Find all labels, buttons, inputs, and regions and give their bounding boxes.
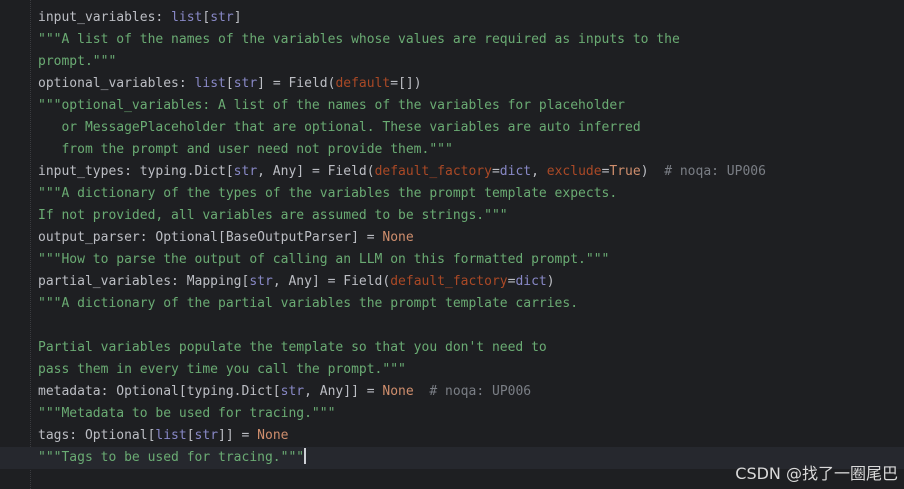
code-token: exclude xyxy=(546,164,602,179)
code-token: True xyxy=(609,164,641,179)
code-token: , Any]] = xyxy=(304,384,383,399)
code-token: None xyxy=(257,428,289,443)
code-token: , Any] = Field( xyxy=(257,164,375,179)
code-token: ) xyxy=(546,274,555,289)
code-token: metadata: Optional[typing.Dict[ xyxy=(38,384,281,399)
code-line[interactable]: partial_variables: Mapping[str, Any] = F… xyxy=(38,271,904,293)
code-token: None xyxy=(382,230,414,245)
code-token: If not provided, all variables are assum… xyxy=(38,208,508,223)
code-token: pass them in every time you call the pro… xyxy=(38,362,406,377)
code-token: [ xyxy=(186,428,195,443)
code-token: input_variables: xyxy=(38,10,172,25)
code-line[interactable]: Partial variables populate the template … xyxy=(38,337,904,359)
code-token: , xyxy=(531,164,547,179)
code-line[interactable]: input_variables: list[str] xyxy=(38,7,904,29)
code-line[interactable]: optional_variables: list[str] = Field(de… xyxy=(38,73,904,95)
code-line[interactable]: or MessagePlaceholder that are optional.… xyxy=(38,117,904,139)
code-token: # noqa: UP006 xyxy=(429,384,532,399)
csdn-watermark: CSDN @找了一圈尾巴 xyxy=(735,464,898,483)
code-token: # noqa: UP006 xyxy=(664,164,766,179)
code-token: or MessagePlaceholder that are optional.… xyxy=(38,120,641,135)
code-token: tags: Optional[ xyxy=(38,428,156,443)
code-token: default_factory xyxy=(374,164,492,179)
code-token: str xyxy=(280,384,305,399)
code-token: """A dictionary of the partial variables… xyxy=(38,296,579,311)
code-token: ] = Field( xyxy=(257,76,336,91)
code-token: default_factory xyxy=(390,274,508,289)
code-token: ) xyxy=(640,164,665,179)
code-token: """How to parse the output of calling an… xyxy=(38,252,610,267)
code-token: list xyxy=(194,76,226,91)
code-token: list xyxy=(155,428,187,443)
code-token: ]] = xyxy=(218,428,258,443)
code-line[interactable]: """Metadata to be used for tracing.""" xyxy=(38,403,904,425)
code-line[interactable]: """A dictionary of the partial variables… xyxy=(38,293,904,315)
code-line[interactable]: input_types: typing.Dict[str, Any] = Fie… xyxy=(38,161,904,183)
code-line[interactable]: """optional_variables: A list of the nam… xyxy=(38,95,904,117)
code-token: ] xyxy=(233,10,242,25)
code-token: str xyxy=(210,10,234,25)
code-token: from the prompt and user need not provid… xyxy=(38,142,453,157)
code-token: list xyxy=(171,10,203,25)
code-line[interactable]: tags: Optional[list[str]] = None xyxy=(38,425,904,447)
code-token: partial_variables: Mapping[ xyxy=(38,274,250,289)
code-token: str xyxy=(194,428,219,443)
text-cursor xyxy=(304,448,307,464)
code-token: """optional_variables: A list of the nam… xyxy=(38,98,625,113)
code-line[interactable]: """A dictionary of the types of the vari… xyxy=(38,183,904,205)
code-line[interactable]: """How to parse the output of calling an… xyxy=(38,249,904,271)
code-line[interactable]: prompt.""" xyxy=(38,51,904,73)
code-token: str xyxy=(249,274,273,289)
code-editor[interactable]: input_variables: list[str] """A list of t… xyxy=(0,0,904,489)
code-token: """A dictionary of the types of the vari… xyxy=(38,186,618,201)
code-token: """Metadata to be used for tracing.""" xyxy=(38,406,336,421)
code-token: None xyxy=(382,384,414,399)
code-token: output_parser: Optional[BaseOutputParser… xyxy=(38,230,383,245)
code-token: =[]) xyxy=(390,76,422,91)
code-token: optional_variables: xyxy=(38,76,195,91)
code-lines[interactable]: input_variables: list[str] """A list of t… xyxy=(0,7,904,469)
code-token: [ xyxy=(225,76,234,91)
code-line[interactable]: output_parser: Optional[BaseOutputParser… xyxy=(38,227,904,249)
code-token: dict xyxy=(499,164,532,179)
indent-guide xyxy=(30,0,31,489)
code-line[interactable]: from the prompt and user need not provid… xyxy=(38,139,904,161)
code-token: , Any] = Field( xyxy=(272,274,391,289)
code-token: input_types: typing.Dict[ xyxy=(38,164,234,179)
code-line[interactable]: If not provided, all variables are assum… xyxy=(38,205,904,227)
code-token: Partial variables populate the template … xyxy=(38,340,547,355)
code-line[interactable] xyxy=(38,315,904,337)
code-line[interactable]: metadata: Optional[typing.Dict[str, Any]… xyxy=(38,381,904,403)
code-token: """A list of the names of the variables … xyxy=(38,32,680,47)
code-token: str xyxy=(233,76,258,91)
code-token: """Tags to be used for tracing.""" xyxy=(38,450,305,465)
code-token: default xyxy=(335,76,391,91)
code-line[interactable]: pass them in every time you call the pro… xyxy=(38,359,904,381)
code-token: dict xyxy=(515,274,547,289)
code-token: str xyxy=(233,164,258,179)
code-token: prompt.""" xyxy=(38,54,117,69)
code-line[interactable]: """A list of the names of the variables … xyxy=(38,29,904,51)
code-token: = xyxy=(491,164,500,179)
